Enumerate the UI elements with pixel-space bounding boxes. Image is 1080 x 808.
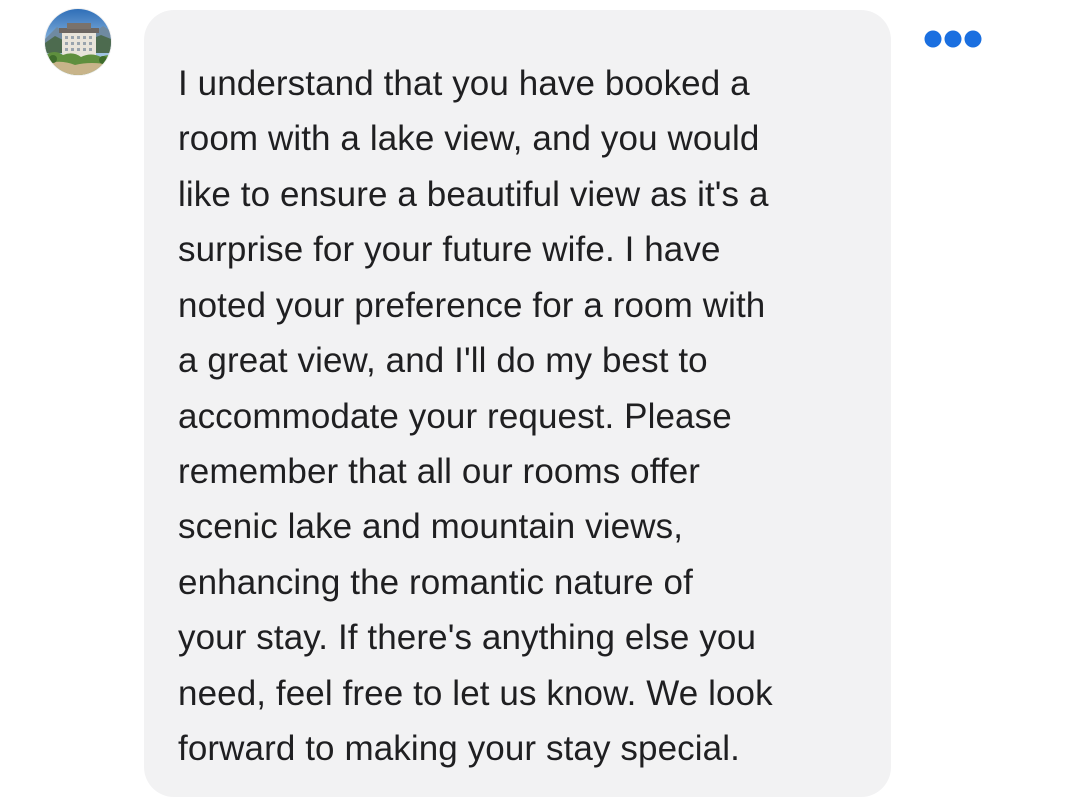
message-line: your stay. If there's anything else you xyxy=(178,618,757,657)
message-line: scenic lake and mountain views, xyxy=(178,507,684,546)
message-line: accommodate your request. Please xyxy=(178,397,732,436)
message-line: I understand that you have booked a xyxy=(178,64,750,103)
message-line: a great view, and I'll do my best to xyxy=(178,341,708,380)
message-line: room with a lake view, and you would xyxy=(178,119,760,158)
message-line: need, feel free to let us know. We look xyxy=(178,674,773,713)
message-bubble: I understand that you have booked a room… xyxy=(144,10,891,797)
message-line: surprise for your future wife. I have xyxy=(178,230,721,269)
more-options-icon xyxy=(924,30,982,48)
message-line: noted your preference for a room with xyxy=(178,286,766,325)
more-options-button[interactable] xyxy=(918,22,988,56)
message-line: forward to making your stay special. xyxy=(178,729,740,768)
message-line: enhancing the romantic nature of xyxy=(178,563,693,602)
message-line: like to ensure a beautiful view as it's … xyxy=(178,175,769,214)
avatar[interactable] xyxy=(45,9,111,75)
hotel-photo-icon xyxy=(45,9,111,75)
message-line: remember that all our rooms offer xyxy=(178,452,701,491)
